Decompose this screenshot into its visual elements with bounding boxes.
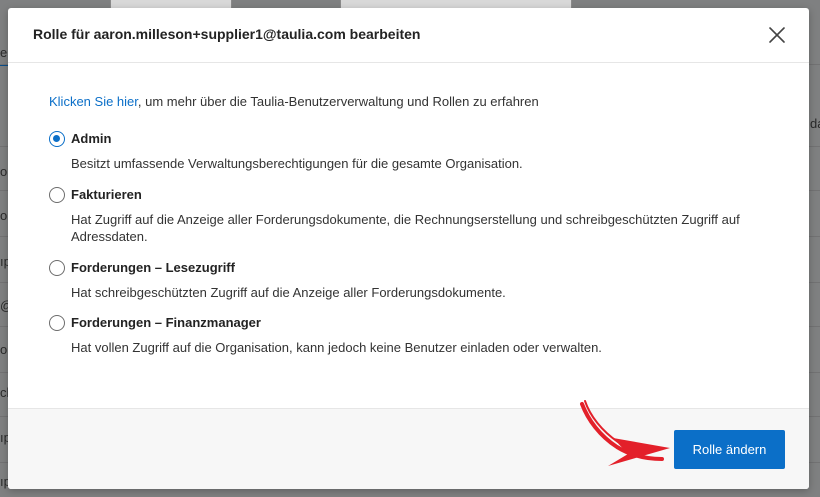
- close-icon: [769, 27, 785, 43]
- role-description: Hat Zugriff auf die Anzeige aller Forder…: [71, 212, 740, 244]
- help-link[interactable]: Klicken Sie hier: [49, 94, 138, 109]
- radio-invoicing[interactable]: [49, 187, 65, 203]
- close-button[interactable]: [764, 22, 790, 48]
- radio-receivables-read[interactable]: [49, 260, 65, 276]
- dialog-footer: Rolle ändern: [8, 408, 809, 489]
- role-label: Forderungen – Finanzmanager: [71, 315, 261, 330]
- role-label: Fakturieren: [71, 187, 142, 202]
- help-text: Klicken Sie hier, um mehr über die Tauli…: [49, 94, 539, 109]
- radio-admin[interactable]: [49, 131, 65, 147]
- role-description: Hat vollen Zugriff auf die Organisation,…: [71, 340, 602, 355]
- dialog-body: Klicken Sie hier, um mehr über die Tauli…: [8, 63, 809, 408]
- dialog-header: Rolle für aaron.milleson+supplier1@tauli…: [8, 8, 809, 63]
- background-text-fragment: da: [810, 116, 820, 131]
- dialog-title: Rolle für aaron.milleson+supplier1@tauli…: [33, 26, 421, 42]
- change-role-button[interactable]: Rolle ändern: [674, 430, 785, 469]
- help-text-rest: , um mehr über die Taulia-Benutzerverwal…: [137, 94, 539, 109]
- role-label: Forderungen – Lesezugriff: [71, 260, 235, 275]
- role-label: Admin: [71, 131, 112, 146]
- role-description: Hat schreibgeschützten Zugriff auf die A…: [71, 285, 506, 300]
- role-description: Besitzt umfassende Verwaltungsberechtigu…: [71, 156, 523, 171]
- radio-finance-manager[interactable]: [49, 315, 65, 331]
- edit-role-dialog: Rolle für aaron.milleson+supplier1@tauli…: [8, 8, 809, 489]
